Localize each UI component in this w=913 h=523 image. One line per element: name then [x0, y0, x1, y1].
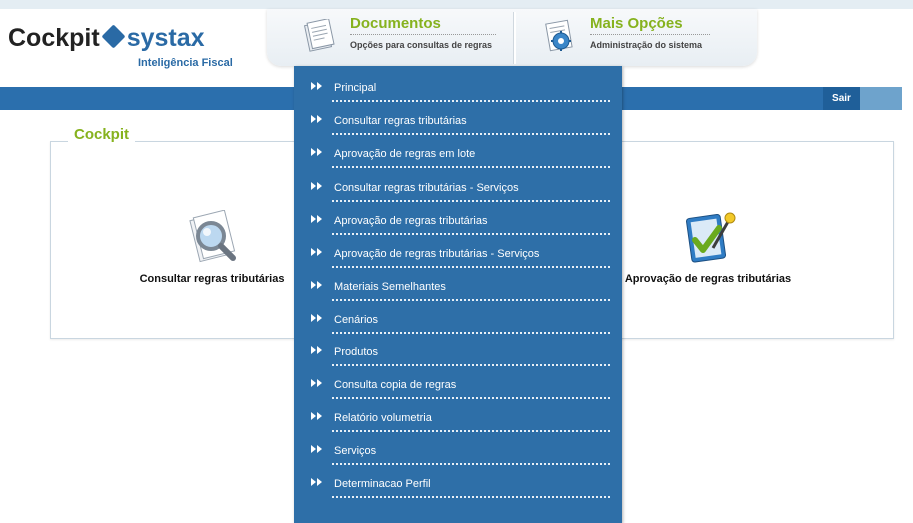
- menu-item-label: Consultar regras tributárias: [334, 115, 467, 127]
- menu-item-divider: [332, 430, 610, 432]
- menu-item-label: Produtos: [334, 346, 379, 358]
- tile-aprovacao-regras[interactable]: Aprovação de regras tributárias: [623, 208, 793, 285]
- menu-item-label: Consulta copia de regras: [334, 379, 457, 391]
- app-logo[interactable]: Cockpit systax Inteligência Fiscal: [8, 24, 233, 69]
- menu-item-label: Principal: [334, 82, 377, 94]
- tab-documentos-title: Documentos: [350, 15, 441, 32]
- menu-item-divider: [332, 496, 610, 498]
- menu-item[interactable]: Aprovação de regras tributárias - Serviç…: [310, 240, 610, 268]
- menu-item-label: Aprovação de regras tributárias: [334, 215, 488, 227]
- menu-item-divider: [332, 166, 610, 168]
- double-chevron-right-icon: [311, 248, 322, 256]
- menu-item-divider: [332, 233, 610, 235]
- logo-subtitle: Inteligência Fiscal: [138, 57, 233, 69]
- menu-item-label: Cenários: [334, 314, 379, 326]
- settings-icon: [545, 19, 573, 52]
- menu-item-label: Aprovação de regras em lote: [334, 148, 476, 160]
- menu-item-divider: [332, 332, 610, 334]
- logo-diamond-icon: [101, 24, 126, 49]
- menu-item[interactable]: Principal: [310, 74, 610, 102]
- menu-item-label: Materiais Semelhantes: [334, 281, 446, 293]
- documentos-dropdown-menu: Principal Consultar regras tributárias Apr…: [294, 66, 622, 523]
- tab-mais-opcoes-separator: [590, 34, 710, 35]
- logo-text-systax: systax: [126, 24, 205, 52]
- tile-consultar-regras-label: Consultar regras tributárias: [139, 273, 285, 285]
- double-chevron-right-icon: [311, 148, 322, 156]
- tab-mais-opcoes-subtitle: Administração do sistema: [590, 40, 703, 50]
- double-chevron-right-icon: [311, 215, 322, 223]
- menu-item-divider: [332, 200, 610, 202]
- menu-item[interactable]: Determinacao Perfil: [310, 470, 610, 498]
- double-chevron-right-icon: [311, 445, 322, 453]
- menu-item-divider: [332, 463, 610, 465]
- tile-aprovacao-regras-label: Aprovação de regras tributárias: [624, 273, 792, 285]
- menu-item[interactable]: Consultar regras tributárias: [310, 107, 610, 135]
- logo-text-cockpit: Cockpit: [8, 24, 100, 52]
- double-chevron-right-icon: [311, 82, 322, 90]
- menu-item-label: Determinacao Perfil: [334, 478, 431, 490]
- tab-documentos-subtitle: Opções para consultas de regras: [350, 40, 493, 50]
- menu-item-label: Consultar regras tributárias - Serviços: [334, 182, 519, 194]
- menu-item[interactable]: Serviços: [310, 437, 610, 465]
- tab-documentos-separator: [350, 34, 496, 35]
- menu-item[interactable]: Cenários: [310, 306, 610, 334]
- menu-item[interactable]: Materiais Semelhantes: [310, 273, 610, 301]
- logout-button[interactable]: Sair: [823, 87, 860, 110]
- nav-bar-end: [860, 87, 902, 110]
- documents-icon: [303, 19, 335, 52]
- menu-item-divider: [332, 299, 610, 301]
- double-chevron-right-icon: [311, 281, 322, 289]
- menu-item-label: Aprovação de regras tributárias - Serviç…: [334, 248, 540, 260]
- double-chevron-right-icon: [311, 182, 322, 190]
- menu-item-divider: [332, 364, 610, 366]
- menu-item-divider: [332, 397, 610, 399]
- tab-mais-opcoes[interactable]: Mais Opções Administração do sistema: [518, 9, 755, 66]
- menu-item[interactable]: Consulta copia de regras: [310, 371, 610, 399]
- double-chevron-right-icon: [311, 379, 322, 387]
- menu-item[interactable]: Consultar regras tributárias - Serviços: [310, 174, 610, 202]
- double-chevron-right-icon: [311, 478, 322, 486]
- panel-title: Cockpit: [68, 126, 136, 143]
- menu-item[interactable]: Relatório volumetria: [310, 404, 610, 432]
- menu-item-label: Serviços: [334, 445, 377, 457]
- tab-mais-opcoes-title: Mais Opções: [590, 15, 683, 32]
- tab-documentos[interactable]: Documentos Opções para consultas de regr…: [278, 9, 514, 66]
- approval-checkmark-icon: [686, 212, 736, 263]
- double-chevron-right-icon: [311, 412, 322, 420]
- double-chevron-right-icon: [311, 314, 322, 322]
- menu-item-divider: [332, 266, 610, 268]
- double-chevron-right-icon: [311, 115, 322, 123]
- top-strip: [0, 0, 913, 9]
- menu-item-divider: [332, 100, 610, 102]
- menu-item-divider: [332, 133, 610, 135]
- menu-item[interactable]: Aprovação de regras em lote: [310, 140, 610, 168]
- menu-item-label: Relatório volumetria: [334, 412, 432, 424]
- menu-item[interactable]: Produtos: [310, 338, 610, 366]
- magnifier-document-icon: [189, 210, 236, 263]
- tile-consultar-regras[interactable]: Consultar regras tributárias: [138, 210, 286, 285]
- menu-item[interactable]: Aprovação de regras tributárias: [310, 207, 610, 235]
- double-chevron-right-icon: [311, 346, 322, 354]
- tab-divider: [514, 12, 516, 64]
